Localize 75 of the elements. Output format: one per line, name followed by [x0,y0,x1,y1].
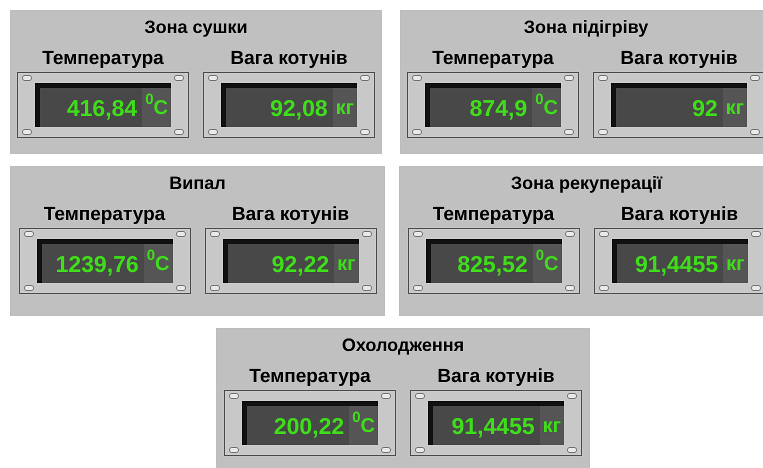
screw-icon [564,231,574,238]
reading-value: 92,22 [270,250,330,278]
reading-value: 91,4455 [450,412,536,440]
reading-label: Температура [432,202,554,226]
reading-value: 92 [691,94,719,122]
screw-icon [174,75,184,82]
screw-icon [229,393,239,400]
screw-icon [415,447,425,454]
screw-icon [412,129,422,136]
screw-icon [567,393,577,400]
reading-label: Температура [432,46,554,70]
unit-label: $^{0}$C [144,244,172,284]
screw-icon [362,231,372,238]
reading-value: 874,9 [468,94,528,122]
unit-label: $^{0}$C [532,88,561,128]
zone-title: Охолодження [342,334,464,356]
unit-label: кг [334,244,358,284]
reading-label: Вага котунів [232,202,350,226]
screw-icon [412,285,422,292]
screw-icon [210,285,220,292]
screw-icon [22,75,32,82]
screw-icon [750,285,760,292]
screw-icon [381,393,391,400]
screw-icon [381,447,391,454]
screw-icon [22,129,32,136]
screw-icon [598,285,608,292]
unit-label: $^{0}$C [532,244,562,284]
screw-icon [176,285,186,292]
screw-icon [412,231,422,238]
screw-icon [564,129,574,136]
reading-value: 825,52 [456,250,529,278]
unit-label: $^{0}$C [142,88,171,128]
screw-icon [24,285,34,292]
screw-icon [567,447,577,454]
screw-icon [174,129,184,136]
reading-value: 91,4455 [634,250,720,278]
reading-label: Температура [249,364,371,388]
screw-icon [750,75,760,82]
reading-value: 416,84 [66,94,138,122]
screw-icon [208,75,218,82]
screw-icon [564,285,574,292]
screw-icon [598,129,608,136]
screw-icon [362,285,372,292]
unit-label: кг [722,88,747,128]
reading-label: Вага котунів [620,46,738,70]
unit-label: кг [540,406,564,446]
screw-icon [360,75,370,82]
reading-label: Вага котунів [620,202,738,226]
reading-label: Температура [42,46,164,70]
screw-icon [598,231,608,238]
reading-value: 1239,76 [54,250,140,278]
zone-title: Випал [169,172,226,194]
screw-icon [208,129,218,136]
screw-icon [750,129,760,136]
reading-value: 92,08 [269,94,329,122]
screw-icon [564,75,574,82]
unit-label: $^{0}$C [349,406,378,446]
screw-icon [412,75,422,82]
unit-label: кг [723,244,748,284]
screw-icon [360,129,370,136]
screw-icon [415,393,425,400]
reading-value: 200,22 [272,412,346,440]
reading-label: Вага котунів [230,46,348,70]
reading-label: Температура [44,202,166,226]
screw-icon [750,231,760,238]
screw-icon [210,231,220,238]
zone-title: Зона сушки [144,16,248,38]
zone-title: Зона рекуперації [510,172,662,194]
screw-icon [598,75,608,82]
unit-label: кг [332,88,357,128]
screw-icon [229,447,239,454]
screw-icon [24,231,34,238]
zone-title: Зона підігріву [524,16,648,38]
reading-label: Вага котунів [437,364,555,388]
screw-icon [176,231,186,238]
